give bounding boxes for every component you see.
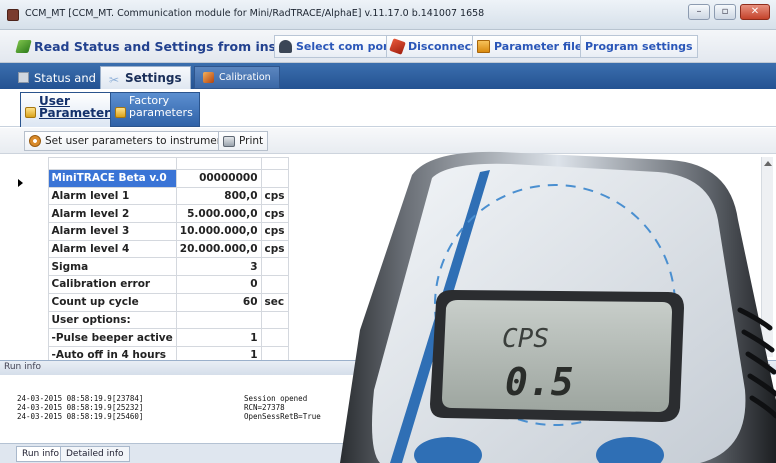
param-unit: cps [260,222,289,241]
gear-icon [29,135,41,147]
param-unit [260,257,289,277]
tools-icon: ✂ [109,72,120,87]
param-name: Calibration error [47,275,177,294]
table-row[interactable]: Sigma 3 [14,257,289,277]
param-name: Alarm level 1 [47,186,177,206]
program-settings-button[interactable]: Program settings [580,35,698,58]
table-row[interactable]: Calibration error 0 [14,275,289,294]
window-title: CCM_MT [CCM_MT. Communication module for… [25,8,485,19]
app-icon [7,9,19,21]
tab-calibration-label: Calibration [219,72,271,83]
set-user-params-button[interactable]: Set user parameters to instrument [24,131,233,151]
param-name: MiniTRACE Beta v.0 [47,169,177,188]
select-com-port-button[interactable]: Select com port [274,35,399,58]
window-controls: – ▫ ✕ [688,4,770,20]
param-value[interactable]: 20.000.000,0 [175,239,262,259]
log-time: 24-03-2015 08:58:19.9[25232] [17,403,144,412]
print-icon [223,135,235,147]
tab-run-info[interactable]: Run info [16,446,65,462]
sub-tab-strip: User Parameters Factory parameters [0,89,776,127]
param-name: Sigma [47,257,177,277]
table-row[interactable]: Alarm level 2 5.000.000,0 cps [14,204,289,224]
param-name: Alarm level 4 [47,239,177,259]
calibration-icon [203,72,214,83]
select-com-port-label: Select com port [296,40,394,53]
param-unit [260,310,289,330]
log-time: 24-03-2015 08:58:19.9[23784] [17,394,144,403]
param-unit: sec [260,292,289,312]
param-value[interactable]: 800,0 [175,186,262,206]
tab-settings-label: Settings [125,71,182,85]
tab-status-label: Status and [34,70,96,85]
param-value[interactable]: 5.000.000,0 [175,204,262,224]
table-row[interactable]: Alarm level 1 800,0 cps [14,186,289,206]
main-tab-strip: Status and ✂ Settings Calibration [0,63,776,89]
print-label: Print [239,135,264,147]
param-value[interactable] [175,310,262,330]
log-message: OpenSessRetB=True [244,412,321,421]
file-icon [477,40,490,53]
param-unit: cps [260,239,289,259]
param-name: -Pulse beeper active [47,328,177,347]
title-bar: CCM_MT [CCM_MT. Communication module for… [0,0,776,30]
factory-params-line2: parameters [129,106,193,119]
param-value[interactable]: 10.000.000,0 [175,222,262,241]
device-photo: CPS 0.5 [340,151,776,463]
parameter-files-button[interactable]: Parameter files [472,35,594,58]
tab-factory-parameters[interactable]: Factory parameters [110,92,200,127]
disconnect-icon [389,38,406,55]
parameter-files-label: Parameter files [494,40,589,53]
disconnect-label: Disconnect [408,40,477,53]
param-value[interactable]: 3 [175,257,262,277]
minimize-button[interactable]: – [688,4,710,20]
maximize-button[interactable]: ▫ [714,4,736,20]
plug-icon [279,40,292,53]
log-message: RCN=27378 [244,403,285,412]
read-icon [15,40,32,53]
tab-status[interactable]: Status and [10,66,104,89]
table-row[interactable]: MiniTRACE Beta v.0 00000000 [14,169,289,188]
lcd-value: 0.5 [505,360,574,404]
table-row[interactable]: User options: [14,310,289,330]
main-toolbar: Read Status and Settings from instrument… [0,30,776,63]
table-row[interactable]: Alarm level 4 20.000.000,0 cps [14,239,289,259]
table-row[interactable]: Count up cycle 60 sec [14,292,289,312]
log-message: Session opened [244,394,308,403]
program-settings-label: Program settings [585,40,693,53]
param-value[interactable]: 60 [175,292,262,312]
param-name: Alarm level 3 [47,222,177,241]
param-name: Count up cycle [47,292,177,312]
param-name: Alarm level 2 [47,204,177,224]
log-time: 24-03-2015 08:58:19.9[25460] [17,412,144,421]
param-value[interactable]: 1 [175,328,262,347]
tab-calibration[interactable]: Calibration [194,66,280,89]
factory-params-icon [115,107,126,118]
print-button[interactable]: Print [218,131,269,151]
param-unit [260,328,289,347]
grid-header-row [14,157,289,170]
user-params-icon [25,107,36,118]
param-unit: cps [260,204,289,224]
tab-user-parameters[interactable]: User Parameters [20,92,125,127]
table-row[interactable]: -Pulse beeper active 1 [14,328,289,347]
param-value[interactable]: 00000000 [175,169,262,188]
table-row[interactable]: Alarm level 3 10.000.000,0 cps [14,222,289,241]
param-value[interactable]: 0 [175,275,262,294]
param-unit: cps [260,186,289,206]
tab-detailed-info[interactable]: Detailed info [60,446,130,462]
param-name: User options: [47,310,177,330]
param-unit [260,275,289,294]
disconnect-button[interactable]: Disconnect [386,35,482,58]
parameter-grid: MiniTRACE Beta v.0 00000000 Alarm level … [14,157,289,365]
tab-settings[interactable]: ✂ Settings [100,66,191,89]
user-params-line2: Parameters [39,106,118,120]
param-unit [260,169,289,188]
set-user-params-label: Set user parameters to instrument [45,135,228,147]
status-icon [18,72,29,83]
lcd-unit: CPS [502,324,549,354]
close-button[interactable]: ✕ [740,4,770,20]
